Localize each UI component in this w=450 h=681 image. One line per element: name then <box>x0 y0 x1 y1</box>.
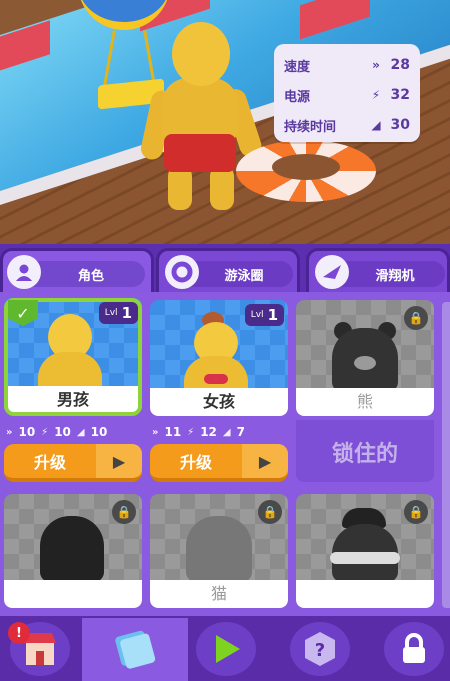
level-number: 1 <box>267 306 278 324</box>
stat-row-speed: 速度 » 28 <box>284 50 410 80</box>
upgrade-button-girl[interactable]: 升级 ▶ <box>150 444 288 482</box>
stat-value: 28 <box>390 57 410 73</box>
stat-label: 持续时间 <box>284 119 337 135</box>
card-stats-girl: » 11 ⚡ 12 ◢ 7 <box>152 422 245 442</box>
card-image: 🔒 <box>296 300 434 392</box>
swim-ring-icon <box>165 255 199 289</box>
stat-value: 32 <box>390 87 410 103</box>
stat-power: 10 <box>54 425 71 439</box>
card-image: Lvl 1 <box>150 300 288 404</box>
double-chevron-icon: » <box>152 426 159 438</box>
play-icon <box>216 635 240 663</box>
card-image: 🔒 <box>150 494 288 582</box>
wing-icon: ◢ <box>222 426 231 438</box>
stat-label: 速度 <box>284 59 311 75</box>
bolt-icon: ⚡ <box>371 88 381 102</box>
double-chevron-icon: » <box>372 58 380 72</box>
swim-ring <box>236 140 376 202</box>
nav-mystery-button[interactable]: ? <box>290 622 350 676</box>
stat-row-duration: 持续时间 ◢ 30 <box>284 110 410 140</box>
character-shorts <box>164 134 236 172</box>
scrollbar[interactable] <box>442 302 450 608</box>
otter-silhouette <box>40 516 104 582</box>
card-name <box>4 580 142 608</box>
bear-snout <box>354 356 376 370</box>
video-ad-icon: ▶ <box>242 444 288 478</box>
lock-icon: 🔒 <box>404 500 428 524</box>
upgrade-button-boy[interactable]: 升级 ▶ <box>4 444 142 482</box>
card-image: 🔒 <box>296 494 434 582</box>
card-name: 熊 <box>296 388 434 416</box>
wing-icon: ◢ <box>371 118 381 132</box>
character-head <box>172 22 230 86</box>
character-leg <box>168 166 192 210</box>
card-name <box>296 580 434 608</box>
character-card-bear[interactable]: 🔒 熊 <box>296 300 434 416</box>
cat-silhouette <box>186 516 252 582</box>
video-ad-icon: ▶ <box>96 444 142 478</box>
character-leg <box>210 166 234 210</box>
lock-icon: 🔒 <box>112 500 136 524</box>
tab-character[interactable]: 角色 <box>0 248 154 292</box>
double-chevron-icon: » <box>6 426 13 438</box>
nav-play-button[interactable] <box>196 622 256 676</box>
locked-label: 锁住的 <box>331 441 398 467</box>
card-name: 猫 <box>150 580 288 608</box>
stat-duration: 10 <box>90 425 108 439</box>
mystery-box-icon: ? <box>305 632 335 666</box>
nav-skins-button[interactable] <box>104 622 164 676</box>
lock-icon <box>403 633 425 663</box>
level-prefix: Lvl <box>250 310 264 320</box>
stat-row-power: 电源 ⚡ 32 <box>284 80 410 110</box>
skins-icon <box>115 630 156 669</box>
lock-icon: 🔒 <box>404 306 428 330</box>
level-badge: Lvl 1 <box>244 304 284 326</box>
stat-speed: 10 <box>18 425 36 439</box>
character-card-girl[interactable]: Lvl 1 女孩 <box>150 300 288 416</box>
card-name: 女孩 <box>150 388 288 416</box>
character-body <box>162 78 238 142</box>
stats-panel: 速度 » 28 电源 ⚡ 32 持续时间 ◢ 30 <box>274 44 420 142</box>
tab-glider[interactable]: 滑翔机 <box>306 248 450 292</box>
stat-power: 12 <box>200 425 217 439</box>
character-card-cat[interactable]: 🔒 猫 <box>150 494 288 608</box>
stat-label: 电源 <box>284 89 311 105</box>
upgrade-label: 升级 <box>33 453 66 472</box>
wing-icon: ◢ <box>76 426 85 438</box>
category-tabs: 角色 游泳圈 滑翔机 <box>0 244 450 294</box>
lock-icon: 🔒 <box>258 500 282 524</box>
character-card-locked-3[interactable]: 🔒 <box>296 494 434 608</box>
character-icon <box>7 255 41 289</box>
tab-swim-ring[interactable]: 游泳圈 <box>156 248 300 292</box>
stat-duration: 7 <box>236 425 245 439</box>
girl-swimsuit <box>204 374 228 384</box>
glider-icon <box>315 255 349 289</box>
stat-speed: 11 <box>164 425 182 439</box>
stat-value: 30 <box>390 117 410 133</box>
svg-text:?: ? <box>315 640 325 661</box>
bolt-icon: ⚡ <box>187 426 195 438</box>
bolt-icon: ⚡ <box>41 426 49 438</box>
nav-locked-button[interactable] <box>384 622 444 676</box>
scarf <box>330 552 400 564</box>
card-stats-boy: » 10 ⚡ 10 ◢ 10 <box>6 422 107 442</box>
notification-badge: ! <box>8 622 30 644</box>
character-card-locked-1[interactable]: 🔒 <box>4 494 142 608</box>
card-image: 🔒 <box>4 494 142 582</box>
upgrade-label: 升级 <box>179 453 212 472</box>
